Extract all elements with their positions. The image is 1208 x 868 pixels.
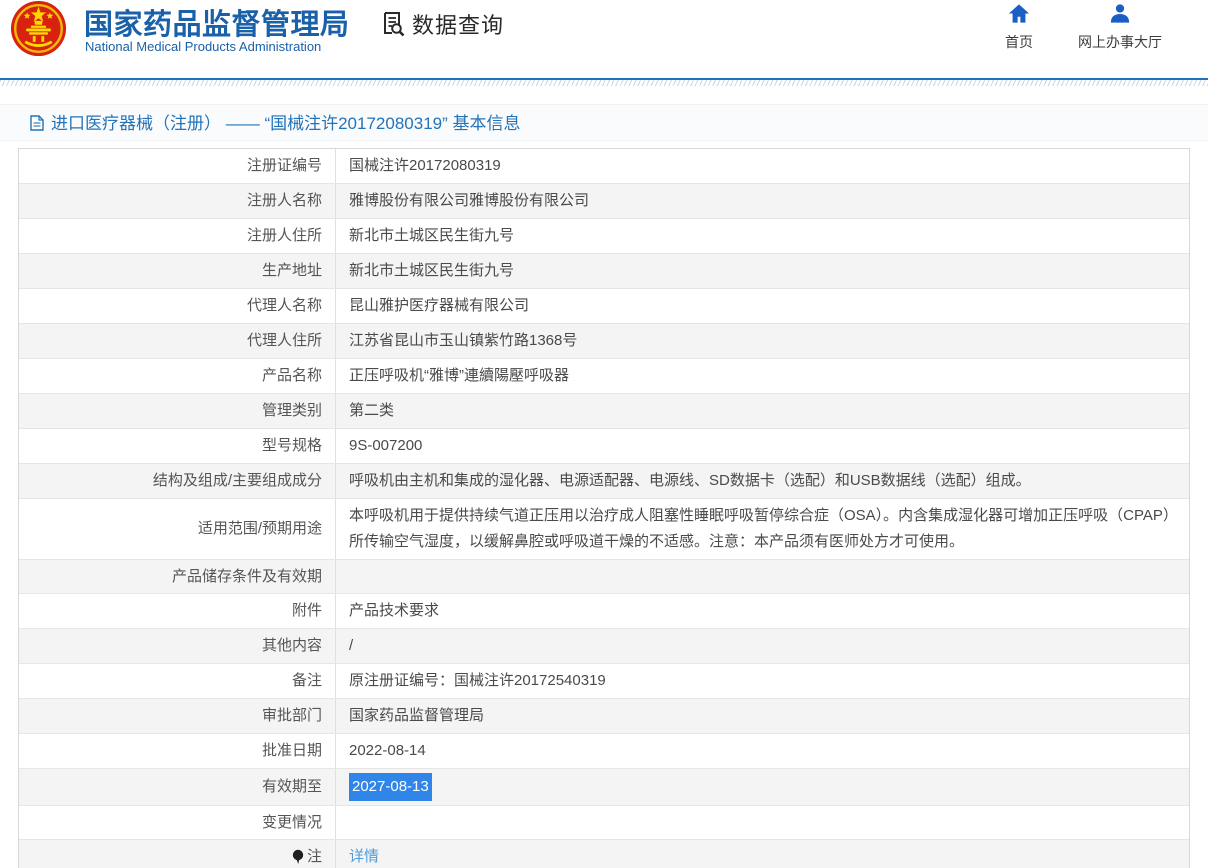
nav-home-label: 首页 (995, 32, 1043, 52)
table-row-registrant-name: 注册人名称 雅博股份有限公司雅博股份有限公司 (19, 184, 1189, 219)
row-label: 注册人名称 (19, 184, 335, 218)
row-label: 注册证编号 (19, 149, 335, 183)
table-row-production-address: 生产地址 新北市土城区民生街九号 (19, 254, 1189, 289)
org-name-en: National Medical Products Administration (85, 39, 321, 54)
page-title: 进口医疗器械（注册） —— “国械注许20172080319” 基本信息 (51, 114, 521, 133)
row-label: 产品名称 (19, 359, 335, 393)
row-value: 昆山雅护医疗器械有限公司 (335, 289, 1189, 323)
national-emblem-icon (10, 0, 67, 57)
row-value: 本呼吸机用于提供持续气道正压用以治疗成人阻塞性睡眠呼吸暂停综合症（OSA）。内含… (335, 499, 1189, 559)
table-row-other-content: 其他内容 / (19, 629, 1189, 664)
row-label: 管理类别 (19, 394, 335, 428)
user-icon (1109, 3, 1131, 24)
table-row-agent-address: 代理人住所 江苏省昆山市玉山镇紫竹路1368号 (19, 324, 1189, 359)
row-label: 审批部门 (19, 699, 335, 733)
table-row-approval-department: 审批部门 国家药品监督管理局 (19, 699, 1189, 734)
row-value: 江苏省昆山市玉山镇紫竹路1368号 (335, 324, 1189, 358)
row-value: 新北市土城区民生街九号 (335, 219, 1189, 253)
nav-hall-label: 网上办事大厅 (1070, 32, 1170, 52)
row-label: 有效期至 (19, 769, 335, 805)
row-label: 变更情况 (19, 806, 335, 839)
row-value: 9S-007200 (335, 429, 1189, 463)
row-value: / (335, 629, 1189, 663)
org-name-zh: 国家药品监督管理局 (84, 1, 350, 43)
row-label: 备注 (19, 664, 335, 698)
table-row-remarks: 备注 原注册证编号：国械注许20172540319 (19, 664, 1189, 699)
row-label: 批准日期 (19, 734, 335, 768)
row-label: 适用范围/预期用途 (19, 499, 335, 559)
data-query-nav[interactable]: 数据查询 (379, 8, 504, 40)
row-value: 雅博股份有限公司雅博股份有限公司 (335, 184, 1189, 218)
row-value: 新北市土城区民生街九号 (335, 254, 1189, 288)
row-label: 附件 (19, 594, 335, 628)
table-row-reg-number: 注册证编号 国械注许20172080319 (19, 149, 1189, 184)
page-icon (30, 115, 44, 131)
row-value: 2022-08-14 (335, 734, 1189, 768)
row-label: 结构及组成/主要组成成分 (19, 464, 335, 498)
table-row-management-class: 管理类别 第二类 (19, 394, 1189, 429)
registration-info-table: 注册证编号 国械注许20172080319 注册人名称 雅博股份有限公司雅博股份… (18, 148, 1190, 868)
table-row-change-status: 变更情况 (19, 806, 1189, 840)
row-value: 2027-08-13 (335, 769, 1189, 805)
row-label: 注册人住所 (19, 219, 335, 253)
document-search-icon (379, 10, 407, 38)
nav-home[interactable]: 首页 (995, 3, 1043, 52)
row-label: 生产地址 (19, 254, 335, 288)
site-header: 国家药品监督管理局 National Medical Products Admi… (0, 0, 1208, 78)
page-title-bar: 进口医疗器械（注册） —— “国械注许20172080319” 基本信息 (0, 104, 1208, 141)
table-row-storage-conditions: 产品储存条件及有效期 (19, 560, 1189, 594)
row-value (335, 560, 1189, 593)
note-label: 注 (307, 844, 322, 868)
row-value: 呼吸机由主机和集成的湿化器、电源适配器、电源线、SD数据卡（选配）和USB数据线… (335, 464, 1189, 498)
data-query-label: 数据查询 (412, 8, 504, 40)
table-row-product-name: 产品名称 正压呼吸机“雅博”連續陽壓呼吸器 (19, 359, 1189, 394)
header-hatch-strip (0, 80, 1208, 86)
row-label: 其他内容 (19, 629, 335, 663)
nav-service-hall[interactable]: 网上办事大厅 (1070, 3, 1170, 52)
row-label: 注 (19, 840, 335, 868)
table-row-valid-until: 有效期至 2027-08-13 (19, 769, 1189, 806)
table-row-approval-date: 批准日期 2022-08-14 (19, 734, 1189, 769)
row-value: 正压呼吸机“雅博”連續陽壓呼吸器 (335, 359, 1189, 393)
details-link[interactable]: 详情 (349, 844, 379, 868)
row-value: 产品技术要求 (335, 594, 1189, 628)
row-value: 原注册证编号：国械注许20172540319 (335, 664, 1189, 698)
nmpa-logo[interactable] (10, 0, 67, 57)
table-row-registrant-address: 注册人住所 新北市土城区民生街九号 (19, 219, 1189, 254)
row-label: 代理人住所 (19, 324, 335, 358)
row-value: 第二类 (335, 394, 1189, 428)
row-label: 型号规格 (19, 429, 335, 463)
table-row-model-spec: 型号规格 9S-007200 (19, 429, 1189, 464)
row-label: 产品储存条件及有效期 (19, 560, 335, 593)
table-row-agent-name: 代理人名称 昆山雅护医疗器械有限公司 (19, 289, 1189, 324)
row-value (335, 806, 1189, 839)
row-value: 国械注许20172080319 (335, 149, 1189, 183)
row-label: 代理人名称 (19, 289, 335, 323)
validity-date-selected-text: 2027-08-13 (349, 773, 432, 801)
table-row-note: 注 详情 (19, 840, 1189, 868)
note-balloon-icon (292, 849, 304, 865)
row-value: 详情 (335, 840, 1189, 868)
table-row-attachments: 附件 产品技术要求 (19, 594, 1189, 629)
row-value: 国家药品监督管理局 (335, 699, 1189, 733)
table-row-intended-use: 适用范围/预期用途 本呼吸机用于提供持续气道正压用以治疗成人阻塞性睡眠呼吸暂停综… (19, 499, 1189, 560)
home-icon (1008, 3, 1030, 24)
table-row-structure-composition: 结构及组成/主要组成成分 呼吸机由主机和集成的湿化器、电源适配器、电源线、SD数… (19, 464, 1189, 499)
